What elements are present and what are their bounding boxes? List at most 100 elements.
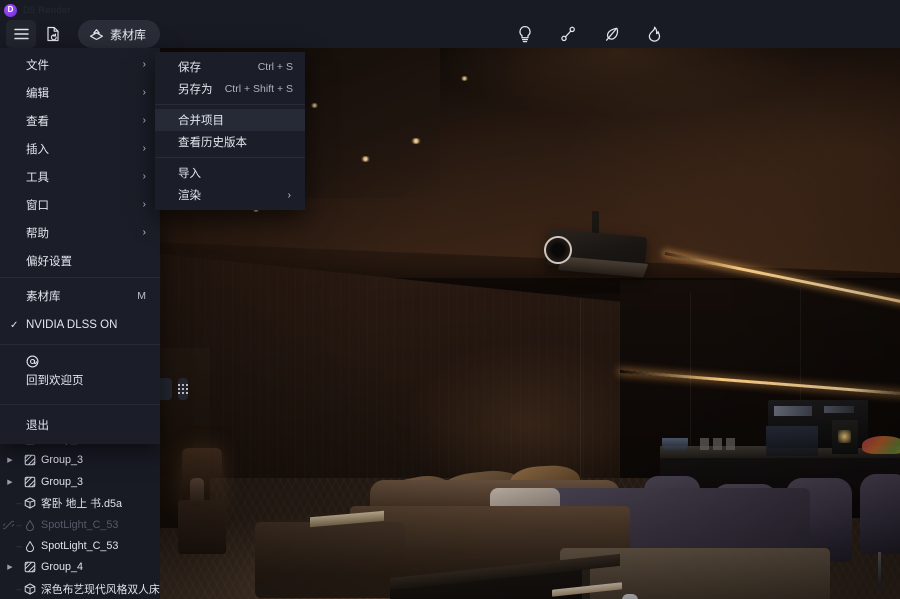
menu-item-library[interactable]: 素材库 M — [0, 284, 160, 307]
viewport-tools-group — [510, 20, 670, 48]
leaf-icon[interactable] — [597, 20, 627, 48]
projector-mount-rod — [592, 211, 599, 235]
chevron-right-icon: › — [142, 171, 146, 182]
chevron-right-icon: › — [142, 87, 146, 98]
tree-item-guest-room-book[interactable]: – 客卧 地上 书.d5a — [0, 493, 160, 514]
application-main-menu[interactable]: 文件 › 编辑 › 查看 › 插入 › 工具 › 窗口 › 帮助 › 偏好设置 … — [0, 48, 160, 444]
decor-figurine — [622, 594, 638, 599]
menu-item-window[interactable]: 窗口 › — [0, 194, 160, 215]
twisty-collapsed-icon[interactable]: ▶ — [4, 478, 16, 486]
submenu-accelerator: Ctrl + Shift + S — [224, 83, 293, 95]
downlight-2 — [360, 156, 371, 162]
submenu-accelerator: Ctrl + S — [257, 61, 293, 73]
at-circle-icon — [0, 355, 160, 368]
twisty-collapsed-icon[interactable]: ▶ — [4, 456, 16, 464]
menu-label: 退出 — [26, 420, 49, 432]
submenu-label: 保存 — [178, 62, 201, 74]
menu-item-quit[interactable]: 退出 — [0, 414, 160, 436]
downlight-3 — [310, 103, 319, 108]
tree-item-label: 客卧 地上 书.d5a — [41, 498, 122, 511]
tree-item-spotlight-hidden[interactable]: – SpotLight_C_53 — [0, 514, 160, 535]
twisty-collapsed-icon[interactable]: ▶ — [4, 563, 16, 571]
menu-label: NVIDIA DLSS ON — [26, 319, 118, 331]
app-name-label: D5 Render — [23, 5, 72, 15]
group-icon — [22, 476, 38, 488]
menu-accelerator: M — [137, 289, 146, 302]
brand-strip: D D5 Render — [0, 0, 900, 20]
bar-stool-4 — [860, 474, 900, 554]
submenu-label: 合并项目 — [178, 115, 224, 127]
submenu-item-save-as[interactable]: 另存为 Ctrl + Shift + S — [155, 78, 305, 100]
menu-label: 编辑 — [26, 87, 49, 100]
tree-item-label: Group_3 — [41, 454, 84, 467]
menu-separator-1 — [0, 277, 160, 278]
library-button-label: 素材库 — [110, 27, 147, 42]
submenu-label: 渲染 — [178, 190, 201, 202]
tree-item-label: SpotLight_C_53 — [41, 518, 119, 531]
checkmark-icon: ✓ — [10, 319, 19, 331]
coffee-machine-light — [838, 430, 851, 443]
appliance-display-2 — [824, 406, 854, 413]
menu-item-help[interactable]: 帮助 › — [0, 222, 160, 243]
menu-label: 插入 — [26, 143, 49, 156]
submenu-label: 查看历史版本 — [178, 137, 247, 149]
oven-door — [766, 426, 818, 456]
submenu-item-save[interactable]: 保存 Ctrl + S — [155, 56, 305, 78]
grid-view-icon[interactable] — [178, 378, 188, 400]
hamburger-menu-icon[interactable] — [6, 20, 36, 48]
submenu-separator-1 — [155, 104, 305, 105]
submenu-separator-2 — [155, 157, 305, 158]
tree-item-group-4[interactable]: ▶ Group_4 — [0, 557, 160, 578]
menu-label: 回到欢迎页 — [26, 375, 84, 387]
file-submenu[interactable]: 保存 Ctrl + S 另存为 Ctrl + Shift + S 合并项目 查看… — [155, 52, 305, 210]
menu-item-view[interactable]: 查看 › — [0, 110, 160, 131]
downlight-1 — [410, 138, 422, 144]
submenu-item-import[interactable]: 导入 — [155, 162, 305, 184]
app-logo-icon: D — [4, 3, 17, 17]
tree-item-group-3-c[interactable]: ▶ Group_3 — [0, 471, 160, 492]
light-bulb-icon[interactable] — [510, 20, 540, 48]
library-crown-icon — [89, 28, 104, 41]
tree-item-label: SpotLight_C_53 — [41, 540, 119, 553]
sofa-armrest — [255, 522, 405, 598]
chevron-right-icon: › — [142, 143, 146, 154]
menu-item-insert[interactable]: 插入 › — [0, 138, 160, 159]
submenu-item-version-history[interactable]: 查看历史版本 — [155, 131, 305, 153]
menu-item-welcome-page[interactable]: 回到欢迎页 — [0, 368, 160, 392]
menu-item-preferences[interactable]: 偏好设置 — [0, 250, 160, 271]
menu-label: 素材库 — [26, 290, 61, 303]
tree-item-label: Group_3 — [41, 475, 84, 488]
chevron-right-icon: › — [142, 227, 146, 238]
menu-item-edit[interactable]: 编辑 › — [0, 82, 160, 103]
library-button[interactable]: 素材库 — [78, 20, 161, 48]
flame-icon[interactable] — [640, 20, 670, 48]
downlight-5 — [460, 76, 469, 81]
tree-item-group-3-b[interactable]: ▶ Group_3 — [0, 450, 160, 471]
counter-bowl — [662, 438, 688, 452]
side-table — [178, 500, 226, 554]
menu-label: 帮助 — [26, 227, 49, 240]
stool-leg-3 — [878, 552, 881, 586]
chevron-right-icon: › — [142, 199, 146, 210]
file-sync-icon[interactable] — [38, 20, 68, 48]
group-icon — [22, 561, 38, 573]
decor-vase — [190, 478, 204, 506]
menu-item-file[interactable]: 文件 › — [0, 54, 160, 75]
tree-item-double-bed[interactable]: – 深色布艺现代风格双人床 — [0, 578, 160, 599]
menu-item-tools[interactable]: 工具 › — [0, 166, 160, 187]
menu-label: 查看 — [26, 115, 49, 128]
light-drop-icon — [22, 519, 38, 531]
menu-item-dlss[interactable]: ✓ NVIDIA DLSS ON — [0, 314, 160, 336]
tree-item-spotlight-visible[interactable]: – SpotLight_C_53 — [0, 535, 160, 556]
chevron-right-icon: › — [142, 59, 146, 70]
submenu-label: 另存为 — [178, 84, 213, 96]
link-chain-icon[interactable] — [3, 519, 14, 530]
menu-label: 工具 — [26, 171, 49, 184]
appliance-display-1 — [774, 406, 812, 416]
submenu-item-merge-project[interactable]: 合并项目 — [155, 109, 305, 131]
mesh-cube-icon — [22, 497, 38, 509]
submenu-item-render[interactable]: 渲染 › — [155, 184, 305, 206]
measure-line-icon[interactable] — [553, 20, 583, 48]
light-drop-icon — [22, 540, 38, 553]
chevron-right-icon: › — [142, 115, 146, 126]
